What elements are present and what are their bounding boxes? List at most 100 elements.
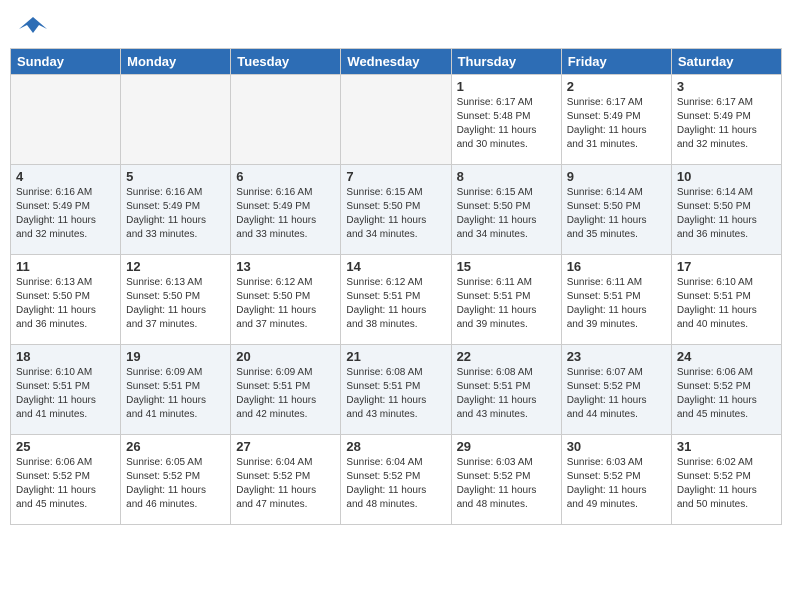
day-number: 7: [346, 169, 445, 184]
day-number: 27: [236, 439, 335, 454]
day-info: Sunrise: 6:15 AM Sunset: 5:50 PM Dayligh…: [457, 186, 556, 242]
calendar-cell: 15 Sunrise: 6:11 AM Sunset: 5:51 PM Dayli…: [451, 254, 561, 344]
calendar-week-row: 25 Sunrise: 6:06 AM Sunset: 5:52 PM Dayli…: [11, 434, 782, 524]
logo-text: [18, 14, 48, 36]
day-number: 21: [346, 349, 445, 364]
day-info: Sunrise: 6:10 AM Sunset: 5:51 PM Dayligh…: [16, 366, 115, 422]
day-info: Sunrise: 6:07 AM Sunset: 5:52 PM Dayligh…: [567, 366, 666, 422]
day-info: Sunrise: 6:08 AM Sunset: 5:51 PM Dayligh…: [346, 366, 445, 422]
calendar-header-saturday: Saturday: [671, 48, 781, 74]
day-info: Sunrise: 6:17 AM Sunset: 5:49 PM Dayligh…: [567, 96, 666, 152]
calendar-cell: 19 Sunrise: 6:09 AM Sunset: 5:51 PM Dayli…: [121, 344, 231, 434]
calendar-cell: 17 Sunrise: 6:10 AM Sunset: 5:51 PM Dayli…: [671, 254, 781, 344]
day-info: Sunrise: 6:13 AM Sunset: 5:50 PM Dayligh…: [126, 276, 225, 332]
calendar-cell: 26Sunrise: 6:05 AM Sunset: 5:52 PM Dayli…: [121, 434, 231, 524]
day-number: 16: [567, 259, 666, 274]
calendar-header-tuesday: Tuesday: [231, 48, 341, 74]
calendar-cell: 30Sunrise: 6:03 AM Sunset: 5:52 PM Dayli…: [561, 434, 671, 524]
calendar-cell: [11, 74, 121, 164]
day-number: 17: [677, 259, 776, 274]
calendar-header-sunday: Sunday: [11, 48, 121, 74]
day-number: 13: [236, 259, 335, 274]
calendar-cell: [231, 74, 341, 164]
calendar-cell: 8Sunrise: 6:15 AM Sunset: 5:50 PM Daylig…: [451, 164, 561, 254]
logo-bird-icon: [19, 15, 47, 35]
day-number: 25: [16, 439, 115, 454]
calendar-header-row: SundayMondayTuesdayWednesdayThursdayFrid…: [11, 48, 782, 74]
day-info: Sunrise: 6:05 AM Sunset: 5:52 PM Dayligh…: [126, 456, 225, 512]
day-info: Sunrise: 6:11 AM Sunset: 5:51 PM Dayligh…: [457, 276, 556, 332]
calendar-cell: 11Sunrise: 6:13 AM Sunset: 5:50 PM Dayli…: [11, 254, 121, 344]
day-number: 1: [457, 79, 556, 94]
calendar-cell: 23 Sunrise: 6:07 AM Sunset: 5:52 PM Dayli…: [561, 344, 671, 434]
day-number: 2: [567, 79, 666, 94]
calendar-header-wednesday: Wednesday: [341, 48, 451, 74]
calendar-cell: 28 Sunrise: 6:04 AM Sunset: 5:52 PM Dayli…: [341, 434, 451, 524]
calendar-cell: [341, 74, 451, 164]
day-info: Sunrise: 6:06 AM Sunset: 5:52 PM Dayligh…: [16, 456, 115, 512]
day-info: Sunrise: 6:17 AM Sunset: 5:48 PM Dayligh…: [457, 96, 556, 152]
day-number: 12: [126, 259, 225, 274]
day-info: Sunrise: 6:09 AM Sunset: 5:51 PM Dayligh…: [236, 366, 335, 422]
day-info: Sunrise: 6:16 AM Sunset: 5:49 PM Dayligh…: [16, 186, 115, 242]
day-info: Sunrise: 6:06 AM Sunset: 5:52 PM Dayligh…: [677, 366, 776, 422]
calendar-week-row: 4 Sunrise: 6:16 AM Sunset: 5:49 PM Daylig…: [11, 164, 782, 254]
day-info: Sunrise: 6:04 AM Sunset: 5:52 PM Dayligh…: [236, 456, 335, 512]
calendar-cell: [121, 74, 231, 164]
day-number: 23: [567, 349, 666, 364]
day-number: 30: [567, 439, 666, 454]
logo: [18, 14, 48, 36]
day-number: 4: [16, 169, 115, 184]
day-info: Sunrise: 6:16 AM Sunset: 5:49 PM Dayligh…: [236, 186, 335, 242]
calendar-cell: 27 Sunrise: 6:04 AM Sunset: 5:52 PM Dayli…: [231, 434, 341, 524]
calendar-header-friday: Friday: [561, 48, 671, 74]
day-number: 20: [236, 349, 335, 364]
day-number: 19: [126, 349, 225, 364]
day-number: 28: [346, 439, 445, 454]
day-number: 5: [126, 169, 225, 184]
day-number: 6: [236, 169, 335, 184]
calendar-cell: 18 Sunrise: 6:10 AM Sunset: 5:51 PM Dayli…: [11, 344, 121, 434]
day-number: 29: [457, 439, 556, 454]
day-number: 24: [677, 349, 776, 364]
calendar-cell: 6 Sunrise: 6:16 AM Sunset: 5:49 PM Daylig…: [231, 164, 341, 254]
calendar-week-row: 18 Sunrise: 6:10 AM Sunset: 5:51 PM Dayli…: [11, 344, 782, 434]
day-info: Sunrise: 6:03 AM Sunset: 5:52 PM Dayligh…: [457, 456, 556, 512]
day-info: Sunrise: 6:04 AM Sunset: 5:52 PM Dayligh…: [346, 456, 445, 512]
calendar-cell: 4 Sunrise: 6:16 AM Sunset: 5:49 PM Daylig…: [11, 164, 121, 254]
calendar-cell: 7 Sunrise: 6:15 AM Sunset: 5:50 PM Daylig…: [341, 164, 451, 254]
calendar-cell: 29 Sunrise: 6:03 AM Sunset: 5:52 PM Dayli…: [451, 434, 561, 524]
calendar-cell: 22 Sunrise: 6:08 AM Sunset: 5:51 PM Dayli…: [451, 344, 561, 434]
calendar-cell: 31Sunrise: 6:02 AM Sunset: 5:52 PM Dayli…: [671, 434, 781, 524]
calendar-cell: 5 Sunrise: 6:16 AM Sunset: 5:49 PM Daylig…: [121, 164, 231, 254]
calendar-cell: 20 Sunrise: 6:09 AM Sunset: 5:51 PM Dayli…: [231, 344, 341, 434]
calendar-cell: 3 Sunrise: 6:17 AM Sunset: 5:49 PM Daylig…: [671, 74, 781, 164]
day-info: Sunrise: 6:17 AM Sunset: 5:49 PM Dayligh…: [677, 96, 776, 152]
calendar-header-thursday: Thursday: [451, 48, 561, 74]
day-number: 14: [346, 259, 445, 274]
calendar-cell: 24 Sunrise: 6:06 AM Sunset: 5:52 PM Dayli…: [671, 344, 781, 434]
day-number: 3: [677, 79, 776, 94]
day-info: Sunrise: 6:12 AM Sunset: 5:51 PM Dayligh…: [346, 276, 445, 332]
day-number: 18: [16, 349, 115, 364]
calendar-header-monday: Monday: [121, 48, 231, 74]
day-number: 10: [677, 169, 776, 184]
day-number: 9: [567, 169, 666, 184]
day-info: Sunrise: 6:16 AM Sunset: 5:49 PM Dayligh…: [126, 186, 225, 242]
calendar-week-row: 11 Sunrise: 6:13 AM Sunset: 5:50 PM Dayli…: [11, 254, 782, 344]
day-info: Sunrise: 6:15 AM Sunset: 5:50 PM Dayligh…: [346, 186, 445, 242]
day-info: Sunrise: 6:08 AM Sunset: 5:51 PM Dayligh…: [457, 366, 556, 422]
calendar-cell: 14 Sunrise: 6:12 AM Sunset: 5:51 PM Dayli…: [341, 254, 451, 344]
day-number: 15: [457, 259, 556, 274]
day-info: Sunrise: 6:10 AM Sunset: 5:51 PM Dayligh…: [677, 276, 776, 332]
calendar-cell: 1 Sunrise: 6:17 AM Sunset: 5:48 PM Daylig…: [451, 74, 561, 164]
day-info: Sunrise: 6:02 AM Sunset: 5:52 PM Dayligh…: [677, 456, 776, 512]
calendar-cell: 16Sunrise: 6:11 AM Sunset: 5:51 PM Dayli…: [561, 254, 671, 344]
day-number: 11: [16, 259, 115, 274]
calendar-week-row: 1 Sunrise: 6:17 AM Sunset: 5:48 PM Daylig…: [11, 74, 782, 164]
calendar-cell: 9Sunrise: 6:14 AM Sunset: 5:50 PM Daylig…: [561, 164, 671, 254]
day-info: Sunrise: 6:09 AM Sunset: 5:51 PM Dayligh…: [126, 366, 225, 422]
calendar-table: SundayMondayTuesdayWednesdayThursdayFrid…: [10, 48, 782, 525]
day-number: 22: [457, 349, 556, 364]
calendar-cell: 2 Sunrise: 6:17 AM Sunset: 5:49 PM Daylig…: [561, 74, 671, 164]
